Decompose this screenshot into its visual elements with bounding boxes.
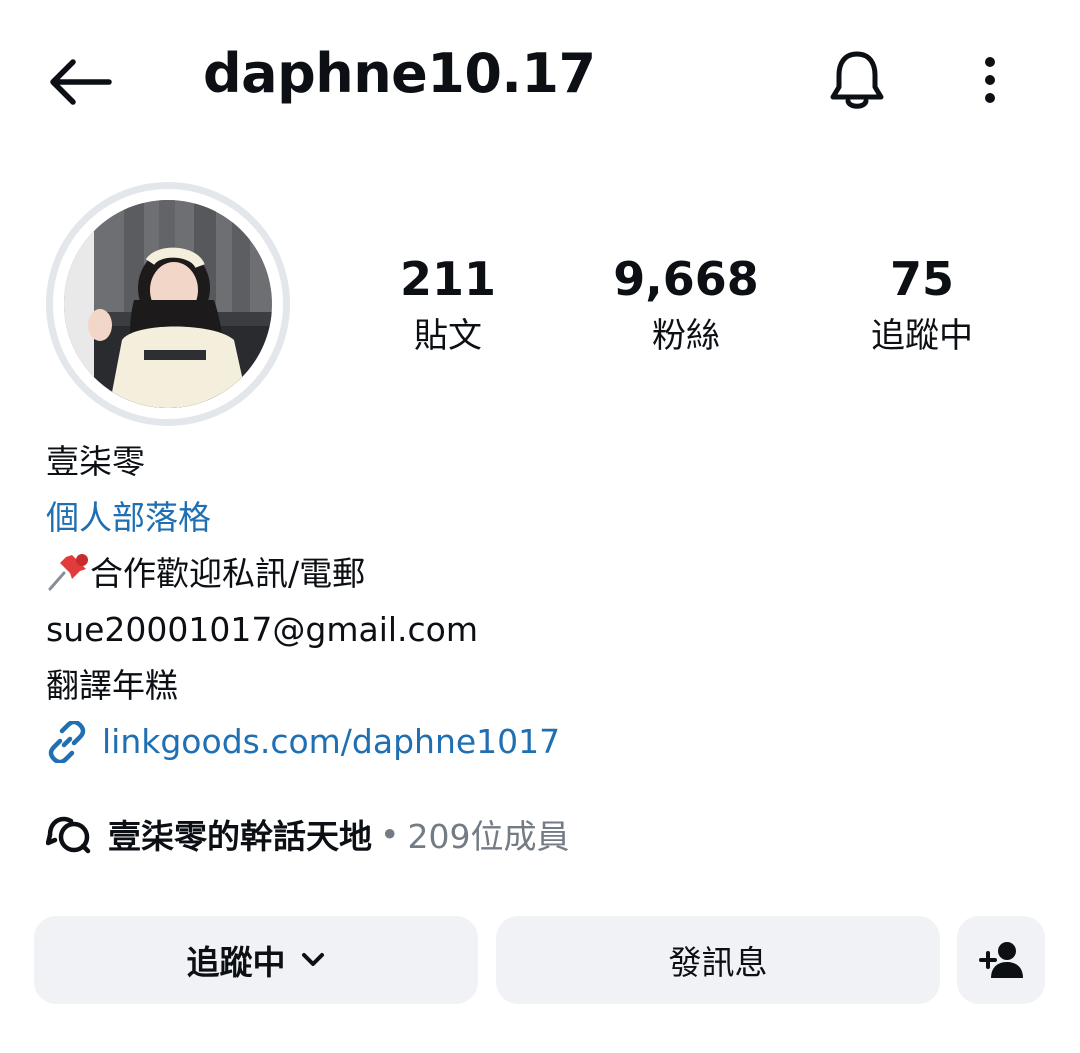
bio-email[interactable]: sue20001017@gmail.com [46, 602, 1026, 658]
community-name: 壹柒零的幹話天地 [108, 817, 372, 856]
following-button-label: 追蹤中 [186, 943, 286, 982]
notifications-button[interactable] [822, 46, 892, 116]
followers-stat[interactable]: 9,668 粉絲 [576, 248, 796, 362]
bio-collab-text: 合作歡迎私訊/電郵 [90, 554, 366, 593]
community-members: 209位成員 [407, 817, 570, 856]
community-channel[interactable]: 壹柒零的幹話天地 • 209位成員 [46, 810, 569, 858]
following-count: 75 [889, 252, 954, 306]
chevron-down-icon [301, 953, 324, 966]
posts-label: 貼文 [414, 316, 482, 356]
link-icon [48, 721, 86, 763]
bio-link[interactable]: linkgoods.com/daphne1017 [46, 714, 1026, 770]
bio-link-text: linkgoods.com/daphne1017 [102, 722, 561, 761]
category-label[interactable]: 個人部落格 [46, 490, 1026, 546]
bell-icon [830, 51, 884, 109]
arrow-left-icon [50, 59, 112, 105]
posts-count: 211 [399, 252, 497, 306]
profile-username: daphne10.17 [203, 42, 596, 105]
add-user-icon [979, 942, 1023, 978]
avatar-ring[interactable] [46, 182, 290, 426]
followers-label: 粉絲 [652, 316, 720, 356]
message-button[interactable]: 發訊息 [496, 916, 940, 1004]
bio: 壹柒零 個人部落格 合作歡迎私訊/電郵 sue20001017@gmail.co… [46, 434, 1026, 770]
bio-translate[interactable]: 翻譯年糕 [46, 658, 1026, 714]
top-bar: daphne10.17 [0, 0, 1080, 160]
following-stat[interactable]: 75 追蹤中 [812, 248, 1032, 362]
bio-line-collab: 合作歡迎私訊/電郵 [46, 546, 1026, 602]
message-button-label: 發訊息 [668, 943, 768, 982]
posts-stat[interactable]: 211 貼文 [338, 248, 558, 362]
followers-count: 9,668 [613, 252, 759, 306]
suggested-users-button[interactable] [957, 916, 1045, 1004]
profile-photo [64, 200, 272, 408]
community-separator: • [380, 814, 400, 854]
profile-page: daphne10.17 211 貼文 9,668 粉絲 75 追蹤中 壹柒零 個… [0, 0, 1080, 1053]
display-name: 壹柒零 [46, 442, 145, 481]
back-button[interactable] [40, 50, 120, 114]
more-vertical-icon [985, 57, 995, 103]
more-options-button[interactable] [966, 48, 1014, 112]
avatar [64, 200, 272, 408]
following-button[interactable]: 追蹤中 [34, 916, 478, 1004]
following-label: 追蹤中 [871, 316, 973, 356]
chat-bubbles-icon [46, 816, 91, 854]
pushpin-icon [48, 554, 88, 591]
